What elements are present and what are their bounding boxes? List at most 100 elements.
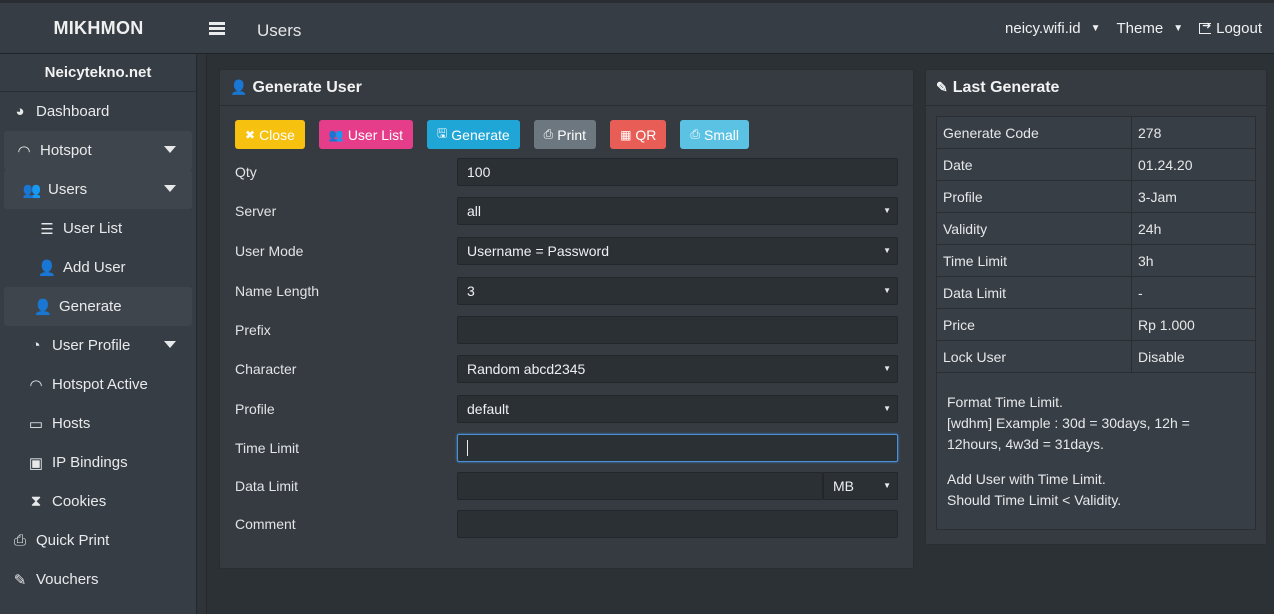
- address-card-icon: ▣: [28, 454, 44, 472]
- name-length-label: Name Length: [235, 283, 320, 299]
- sidebar-item-user-profile[interactable]: ◔ User Profile: [4, 326, 192, 365]
- dashboard-icon: ◕: [15, 103, 25, 120]
- time-limit-label: Time Limit: [235, 440, 300, 456]
- sidebar-item-label: Dashboard: [36, 103, 110, 120]
- theme-label: Theme: [1116, 20, 1164, 37]
- time-limit-format-note: Format Time Limit. [wdhm] Example : 30d …: [947, 392, 1245, 455]
- table-row: Data Limit -: [936, 276, 1256, 309]
- comment-row: Comment: [235, 510, 898, 538]
- sidebar-item-users[interactable]: 👥 Users: [4, 170, 192, 209]
- row-value: Rp 1.000: [1131, 308, 1256, 341]
- help-notes: Format Time Limit. [wdhm] Example : 30d …: [936, 372, 1256, 530]
- close-button[interactable]: ✖ Close: [235, 120, 305, 149]
- list-icon: ☰: [40, 220, 54, 238]
- session-dropdown[interactable]: neicy.wifi.id ▼: [1005, 20, 1101, 37]
- qty-input[interactable]: 100: [457, 158, 898, 186]
- user-list-button[interactable]: 👥 User List: [318, 120, 414, 149]
- row-value: 01.24.20: [1131, 148, 1256, 181]
- ticket-icon: ✎: [936, 79, 948, 95]
- sidebar-item-label: Add User: [63, 259, 126, 276]
- data-limit-input[interactable]: [457, 472, 823, 500]
- sidebar-item-label: Vouchers: [36, 571, 99, 588]
- card-header: 👤 Generate User: [220, 70, 913, 106]
- session-name: neicy.wifi.id: [1005, 20, 1081, 37]
- sidebar-item-generate[interactable]: 👤 Generate: [4, 287, 192, 326]
- sidebar-item-label: Hosts: [52, 415, 91, 432]
- print-icon: ⎙: [543, 127, 554, 141]
- small-print-button[interactable]: ⎙ Small: [680, 120, 750, 149]
- sidebar-item-label: IP Bindings: [52, 454, 128, 471]
- profile-label: Profile: [235, 401, 275, 417]
- prefix-row: Prefix: [235, 316, 898, 344]
- sidebar-item-user-list[interactable]: ☰ User List: [4, 209, 192, 248]
- time-limit-validity-note: Add User with Time Limit. Should Time Li…: [947, 469, 1245, 511]
- prefix-input[interactable]: [457, 316, 898, 344]
- sidebar-item-hosts[interactable]: ▭ Hosts: [4, 404, 192, 443]
- name-length-select[interactable]: 3: [457, 277, 898, 305]
- card-title: Last Generate: [952, 78, 1060, 96]
- character-row: Character Random abcd2345: [235, 355, 898, 383]
- sidebar-item-cookies[interactable]: ⧗ Cookies: [4, 482, 192, 521]
- hourglass-icon: ⧗: [30, 493, 42, 510]
- wifi-icon: ◠: [17, 142, 31, 160]
- data-limit-unit-select[interactable]: MB: [823, 472, 898, 500]
- sidebar-item-hotspot[interactable]: ◠ Hotspot: [4, 131, 192, 170]
- ticket-icon: ✎: [13, 571, 27, 589]
- comment-label: Comment: [235, 516, 296, 532]
- brand-logo[interactable]: MIKHMON: [0, 3, 197, 54]
- pie-chart-icon: ◔: [31, 337, 41, 354]
- table-row: Validity 24h: [936, 212, 1256, 245]
- button-label: Small: [704, 126, 740, 143]
- print-icon: ⎙: [13, 532, 26, 549]
- row-value: 24h: [1131, 212, 1256, 245]
- close-icon: ✖: [245, 127, 256, 142]
- qr-button[interactable]: ▦ QR: [610, 120, 667, 149]
- row-key: Data Limit: [936, 276, 1132, 309]
- prefix-label: Prefix: [235, 322, 271, 338]
- sign-out-icon: [1199, 19, 1211, 34]
- time-limit-input[interactable]: [457, 434, 898, 462]
- sidebar-item-label: Hotspot: [40, 142, 92, 159]
- top-navbar: MIKHMON Users neicy.wifi.id ▼ Theme ▼ Lo…: [0, 0, 1274, 54]
- note-line: Add User with Time Limit.: [947, 471, 1106, 487]
- row-key: Profile: [936, 180, 1132, 213]
- table-row: Generate Code 278: [936, 116, 1256, 149]
- theme-dropdown[interactable]: Theme ▼: [1117, 20, 1184, 37]
- generate-button[interactable]: 🖫 Generate: [427, 120, 520, 149]
- add-user-icon: 👤: [33, 298, 53, 316]
- server-label: Server: [235, 203, 277, 219]
- sidebar-item-ip-bindings[interactable]: ▣ IP Bindings: [4, 443, 192, 482]
- sidebar-item-label: Hotspot Active: [52, 376, 148, 393]
- last-generate-card: ✎ Last Generate Generate Code 278 Date 01.…: [925, 69, 1267, 545]
- note-line: Should Time Limit < Validity.: [947, 492, 1122, 508]
- print-icon: ⎙: [690, 127, 701, 141]
- sidebar-item-label: Generate: [59, 298, 122, 315]
- sidebar-item-vouchers[interactable]: ✎ Vouchers: [0, 560, 196, 599]
- qty-row: Qty 100: [235, 158, 898, 186]
- action-buttons: ✖ Close 👥 User List 🖫 Generate ⎙ Print ▦…: [235, 120, 763, 149]
- caret-down-icon: ▼: [1173, 23, 1184, 34]
- sidebar-item-add-user[interactable]: 👤 Add User: [4, 248, 192, 287]
- comment-input[interactable]: [457, 510, 898, 538]
- sidebar-item-quick-print[interactable]: ⎙ Quick Print: [0, 521, 196, 560]
- sidebar-item-hotspot-active[interactable]: ◠ Hotspot Active: [4, 365, 192, 404]
- logout-link[interactable]: Logout: [1199, 19, 1262, 37]
- add-user-icon: 👤: [37, 259, 57, 277]
- caret-down-icon: [164, 146, 176, 153]
- save-icon: 🖫: [437, 126, 448, 140]
- table-row: Lock User Disable: [936, 340, 1256, 373]
- row-key: Validity: [936, 212, 1132, 245]
- character-label: Character: [235, 361, 297, 377]
- row-value: 278: [1131, 116, 1256, 149]
- row-key: Lock User: [936, 340, 1132, 373]
- user-mode-select[interactable]: Username = Password: [457, 237, 898, 265]
- row-value: Disable: [1131, 340, 1256, 373]
- character-select[interactable]: Random abcd2345: [457, 355, 898, 383]
- server-select[interactable]: all: [457, 197, 898, 225]
- sidebar-item-dashboard[interactable]: ◕ Dashboard: [0, 92, 196, 131]
- caret-down-icon: [164, 185, 176, 192]
- users-icon: 👥: [328, 127, 344, 142]
- profile-select[interactable]: default: [457, 395, 898, 423]
- print-button[interactable]: ⎙ Print: [533, 120, 597, 149]
- hamburger-menu-icon[interactable]: [209, 22, 225, 35]
